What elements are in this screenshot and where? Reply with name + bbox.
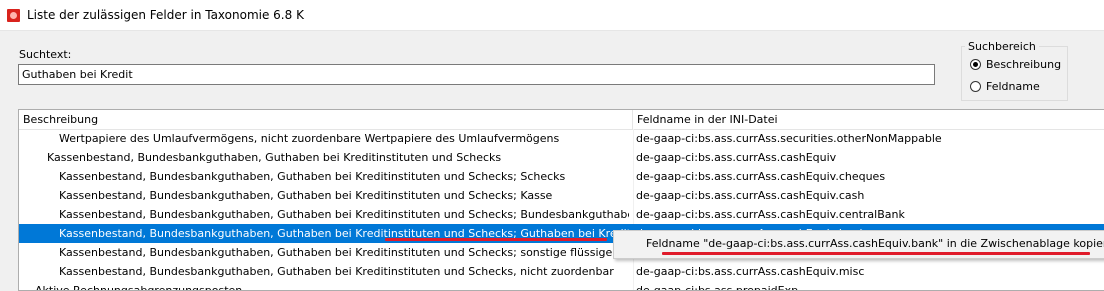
row-description: Wertpapiere des Umlaufvermögens, nicht z… — [59, 132, 560, 145]
table-row[interactable]: Aktive Rechnungsabgrenzungsposten de-gaa… — [19, 281, 1104, 291]
row-fieldname: de-gaap-ci:bs.ass.currAss.cashEquiv.cash — [636, 189, 865, 202]
table-row[interactable]: Kassenbestand, Bundesbankguthaben, Gutha… — [19, 262, 1104, 281]
row-description: Kassenbestand, Bundesbankguthaben, Gutha… — [59, 208, 629, 221]
row-description: Kassenbestand, Bundesbankguthaben, Gutha… — [47, 151, 502, 164]
radio-unchecked-icon[interactable] — [970, 81, 981, 92]
radio-beschreibung-label: Beschreibung — [986, 58, 1062, 71]
column-header-fieldname[interactable]: Feldname in der INI-Datei — [633, 110, 1104, 129]
app-icon — [7, 9, 20, 22]
annotation-underline — [662, 252, 1090, 255]
table-row[interactable]: Kassenbestand, Bundesbankguthaben, Gutha… — [19, 205, 1104, 224]
title-bar: Liste der zulässigen Felder in Taxonomie… — [0, 0, 1104, 31]
row-description: Kassenbestand, Bundesbankguthaben, Gutha… — [59, 265, 614, 278]
radio-feldname-label: Feldname — [986, 80, 1040, 93]
radio-beschreibung[interactable]: Beschreibung — [970, 58, 1061, 71]
annotation-underline — [385, 238, 607, 241]
row-description: Kassenbestand, Bundesbankguthaben, Gutha… — [59, 246, 629, 259]
row-description: Aktive Rechnungsabgrenzungsposten — [35, 284, 243, 291]
row-description: Kassenbestand, Bundesbankguthaben, Gutha… — [59, 170, 566, 183]
row-fieldname: de-gaap-ci:bs.ass.currAss.cashEquiv.cent… — [636, 208, 905, 221]
radio-checked-icon[interactable] — [970, 59, 981, 70]
row-fieldname: de-gaap-ci:bs.ass.currAss.cashEquiv.misc — [636, 265, 865, 278]
table-row[interactable]: Kassenbestand, Bundesbankguthaben, Gutha… — [19, 167, 1104, 186]
copy-fieldname-menu-item[interactable]: Feldname "de-gaap-ci:bs.ass.currAss.cash… — [646, 237, 1104, 250]
row-fieldname: de-gaap-ci:bs.ass.currAss.cashEquiv — [636, 151, 837, 164]
scope-legend: Suchbereich — [965, 40, 1039, 53]
table-row[interactable]: Wertpapiere des Umlaufvermögens, nicht z… — [19, 129, 1104, 148]
row-fieldname: de-gaap-ci:bs.ass.prepaidExp — [636, 284, 799, 291]
column-header-description[interactable]: Beschreibung — [19, 110, 633, 129]
search-input[interactable] — [18, 64, 935, 85]
row-fieldname: de-gaap-ci:bs.ass.currAss.cashEquiv.cheq… — [636, 170, 886, 183]
row-description: Kassenbestand, Bundesbankguthaben, Gutha… — [59, 189, 553, 202]
table-row[interactable]: Kassenbestand, Bundesbankguthaben, Gutha… — [19, 148, 1104, 167]
table-row[interactable]: Kassenbestand, Bundesbankguthaben, Gutha… — [19, 186, 1104, 205]
row-fieldname: de-gaap-ci:bs.ass.currAss.securities.oth… — [636, 132, 942, 145]
search-label: Suchtext: — [19, 48, 72, 61]
list-header: Beschreibung Feldname in der INI-Datei — [19, 110, 1104, 130]
radio-feldname[interactable]: Feldname — [970, 80, 1040, 93]
fields-list[interactable]: Beschreibung Feldname in der INI-Datei W… — [18, 109, 1104, 291]
window-title: Liste der zulässigen Felder in Taxonomie… — [27, 8, 304, 22]
